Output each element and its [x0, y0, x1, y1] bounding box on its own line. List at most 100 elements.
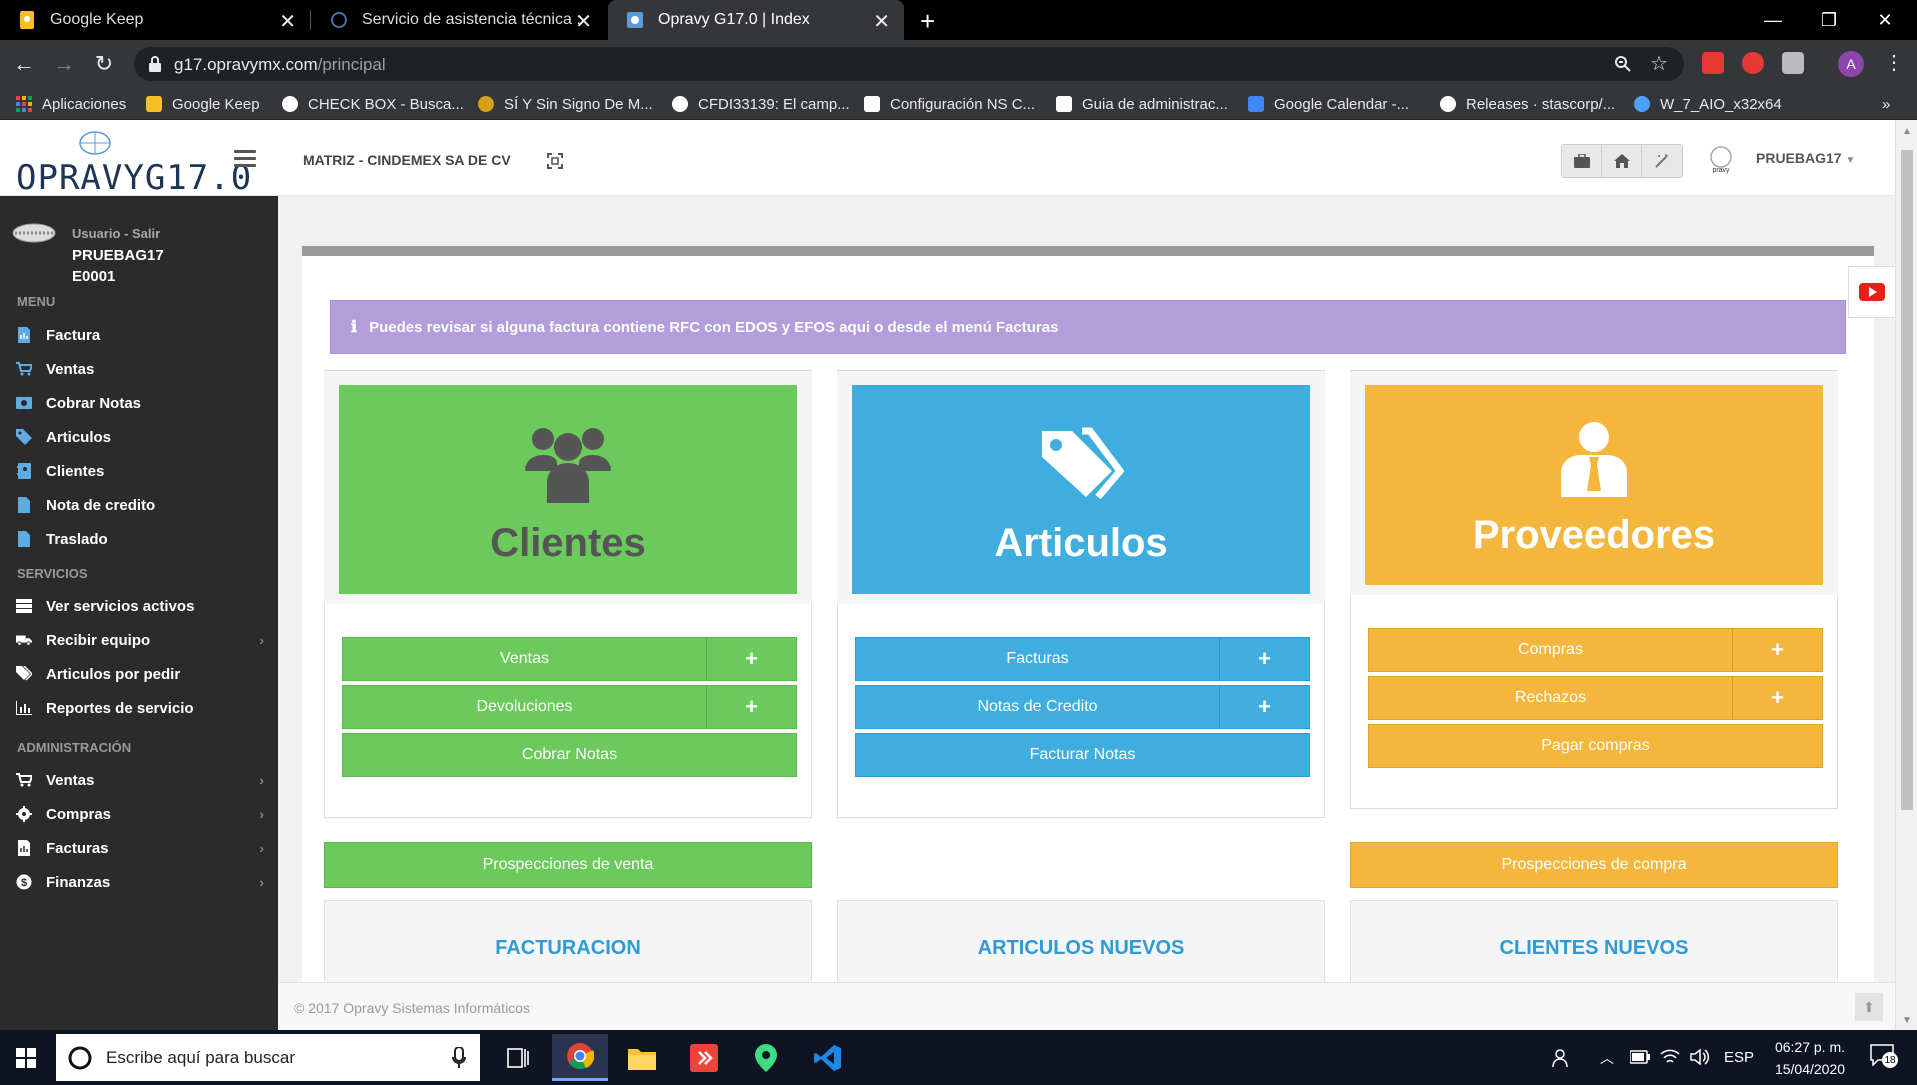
bookmark-aplicaciones[interactable]: Aplicaciones	[16, 94, 126, 114]
bookmark-cfdi[interactable]: CFDI33139: El camp...	[672, 94, 850, 114]
people-icon[interactable]	[1552, 1048, 1572, 1068]
chrome-taskbar-icon[interactable]	[552, 1034, 608, 1081]
add-rechazo-button[interactable]: +	[1732, 677, 1822, 719]
proveedores-hero[interactable]: Proveedores	[1365, 385, 1823, 585]
add-devolucion-button[interactable]: +	[706, 686, 796, 728]
vscode-icon[interactable]	[800, 1034, 856, 1081]
tab-google-keep[interactable]: Google Keep ✕	[0, 0, 310, 40]
ventas-button[interactable]: Ventas	[343, 638, 706, 680]
user-logo-avatar[interactable]: pravy	[1706, 144, 1736, 174]
sidebar-item-articulos-por-pedir[interactable]: Articulos por pedir	[0, 657, 278, 691]
youtube-tab[interactable]	[1848, 266, 1895, 318]
sidebar-item-ver-servicios-activos[interactable]: Ver servicios activos	[0, 589, 278, 623]
add-compra-button[interactable]: +	[1732, 629, 1822, 671]
hamburger-menu-icon[interactable]	[234, 150, 256, 171]
tab-opravy-index[interactable]: Opravy G17.0 | Index ✕	[608, 0, 904, 40]
more-bookmarks-icon[interactable]: »	[1882, 94, 1890, 114]
address-bar[interactable]: g17.opravymx.com/principal ☆	[134, 47, 1684, 81]
scroll-to-top-icon[interactable]: ⬆	[1855, 993, 1883, 1021]
maps-pin-icon[interactable]	[738, 1034, 794, 1081]
notas-de-credito-button[interactable]: Notas de Credito	[856, 686, 1219, 728]
taskbar-search-box[interactable]: Escribe aquí para buscar	[56, 1034, 480, 1081]
page-scrollbar[interactable]: ▲ ▼	[1895, 120, 1917, 1030]
edos-efos-alert[interactable]: ℹ Puedes revisar si alguna factura conti…	[330, 300, 1846, 354]
close-tab-icon[interactable]: ✕	[873, 9, 890, 34]
language-indicator[interactable]: ESP	[1724, 1030, 1754, 1085]
sidebar-item-admin-facturas[interactable]: Facturas ›	[0, 831, 278, 865]
bookmark-star-icon[interactable]: ☆	[1650, 51, 1668, 76]
user-avatar[interactable]	[12, 222, 56, 244]
close-tab-icon[interactable]: ✕	[279, 9, 296, 34]
new-tab-icon[interactable]: +	[920, 6, 935, 37]
wifi-icon[interactable]	[1660, 1048, 1680, 1066]
scrollbar-thumb[interactable]	[1901, 150, 1913, 810]
devoluciones-button[interactable]: Devoluciones	[343, 686, 706, 728]
scroll-down-icon[interactable]: ▼	[1902, 1015, 1912, 1026]
forward-icon[interactable]: →	[48, 48, 80, 80]
sidebar-item-recibir-equipo[interactable]: Recibir equipo ›	[0, 623, 278, 657]
minimize-icon[interactable]: —	[1745, 0, 1801, 40]
bookmark-w7-aio[interactable]: W_7_AIO_x32x64	[1634, 94, 1782, 114]
facturar-notas-button[interactable]: Facturar Notas	[856, 734, 1309, 776]
tab-servicio-asistencia[interactable]: Servicio de asistencia técnica : Op ✕	[312, 0, 606, 40]
briefcase-icon[interactable]	[1562, 145, 1602, 177]
extension-red-icon[interactable]	[1702, 52, 1724, 74]
taskbar-clock[interactable]: 06:27 p. m. 15/04/2020	[1755, 1036, 1865, 1080]
user-menu[interactable]: PRUEBAG17 ▼	[1756, 150, 1855, 166]
zoom-icon[interactable]	[1614, 55, 1632, 73]
fullscreen-icon[interactable]	[547, 153, 563, 169]
scroll-up-icon[interactable]: ▲	[1902, 126, 1912, 137]
articulos-hero[interactable]: Articulos	[852, 385, 1310, 594]
pagar-compras-button[interactable]: Pagar compras	[1369, 725, 1822, 767]
add-venta-button[interactable]: +	[706, 638, 796, 680]
cobrar-notas-button[interactable]: Cobrar Notas	[343, 734, 796, 776]
extension-stop-icon[interactable]	[1742, 52, 1764, 74]
compras-button[interactable]: Compras	[1369, 629, 1732, 671]
volume-icon[interactable]	[1690, 1048, 1710, 1066]
menu-kebab-icon[interactable]: ⋮	[1884, 50, 1904, 75]
restore-icon[interactable]: ❐	[1801, 0, 1857, 40]
rechazos-button[interactable]: Rechazos	[1369, 677, 1732, 719]
sidebar-item-admin-compras[interactable]: Compras ›	[0, 797, 278, 831]
battery-icon[interactable]	[1630, 1050, 1650, 1064]
user-logout-link[interactable]: Usuario - Salir	[72, 226, 160, 241]
sidebar-item-nota-de-credito[interactable]: Nota de credito	[0, 488, 278, 522]
prospecciones-de-venta-button[interactable]: Prospecciones de venta	[324, 842, 812, 888]
show-hidden-icons[interactable]: ︿	[1600, 1030, 1614, 1085]
bookmark-guia-administracion[interactable]: Guia de administrac...	[1056, 94, 1228, 114]
close-tab-icon[interactable]: ✕	[575, 9, 592, 34]
notification-center-icon[interactable]: 18	[1870, 1044, 1900, 1072]
clientes-hero[interactable]: Clientes	[339, 385, 797, 594]
add-nota-credito-button[interactable]: +	[1219, 686, 1309, 728]
prospecciones-de-compra-button[interactable]: Prospecciones de compra	[1350, 842, 1838, 888]
facturas-button[interactable]: Facturas	[856, 638, 1219, 680]
sidebar-item-clientes[interactable]: Clientes	[0, 454, 278, 488]
sidebar-item-ventas[interactable]: Ventas	[0, 352, 278, 386]
bookmark-configuracion-ns[interactable]: Configuración NS C...	[864, 94, 1035, 114]
sidebar-item-traslado[interactable]: Traslado	[0, 522, 278, 556]
back-icon[interactable]: ←	[8, 48, 40, 80]
sidebar-item-factura[interactable]: Factura	[0, 318, 278, 352]
bookmark-google-keep[interactable]: Google Keep	[146, 94, 260, 114]
file-explorer-icon[interactable]	[614, 1034, 670, 1081]
windows-start-icon[interactable]	[16, 1048, 36, 1068]
app-logo[interactable]: OPRAVYG17.0	[16, 158, 252, 198]
sidebar-item-admin-finanzas[interactable]: $ Finanzas ›	[0, 865, 278, 899]
magic-wand-icon[interactable]	[1642, 145, 1682, 177]
sidebar-item-reportes-de-servicio[interactable]: Reportes de servicio	[0, 691, 278, 725]
add-factura-button[interactable]: +	[1219, 638, 1309, 680]
sidebar-item-admin-ventas[interactable]: Ventas ›	[0, 763, 278, 797]
microphone-icon[interactable]	[452, 1047, 466, 1069]
sidebar-item-cobrar-notas[interactable]: Cobrar Notas	[0, 386, 278, 420]
bookmark-releases[interactable]: Releases · stascorp/...	[1440, 94, 1615, 114]
bookmark-check-box[interactable]: CHECK BOX - Busca...	[282, 94, 464, 114]
home-icon[interactable]	[1602, 145, 1642, 177]
reload-icon[interactable]: ↻	[88, 48, 120, 80]
close-window-icon[interactable]: ✕	[1857, 0, 1913, 40]
task-view-icon[interactable]	[490, 1034, 546, 1081]
sidebar-item-articulos[interactable]: Articulos	[0, 420, 278, 454]
profile-avatar[interactable]: A	[1838, 51, 1864, 77]
extension-grey-icon[interactable]	[1782, 52, 1804, 74]
bookmark-google-calendar[interactable]: Google Calendar -...	[1248, 94, 1409, 114]
anydesk-icon[interactable]	[676, 1034, 732, 1081]
